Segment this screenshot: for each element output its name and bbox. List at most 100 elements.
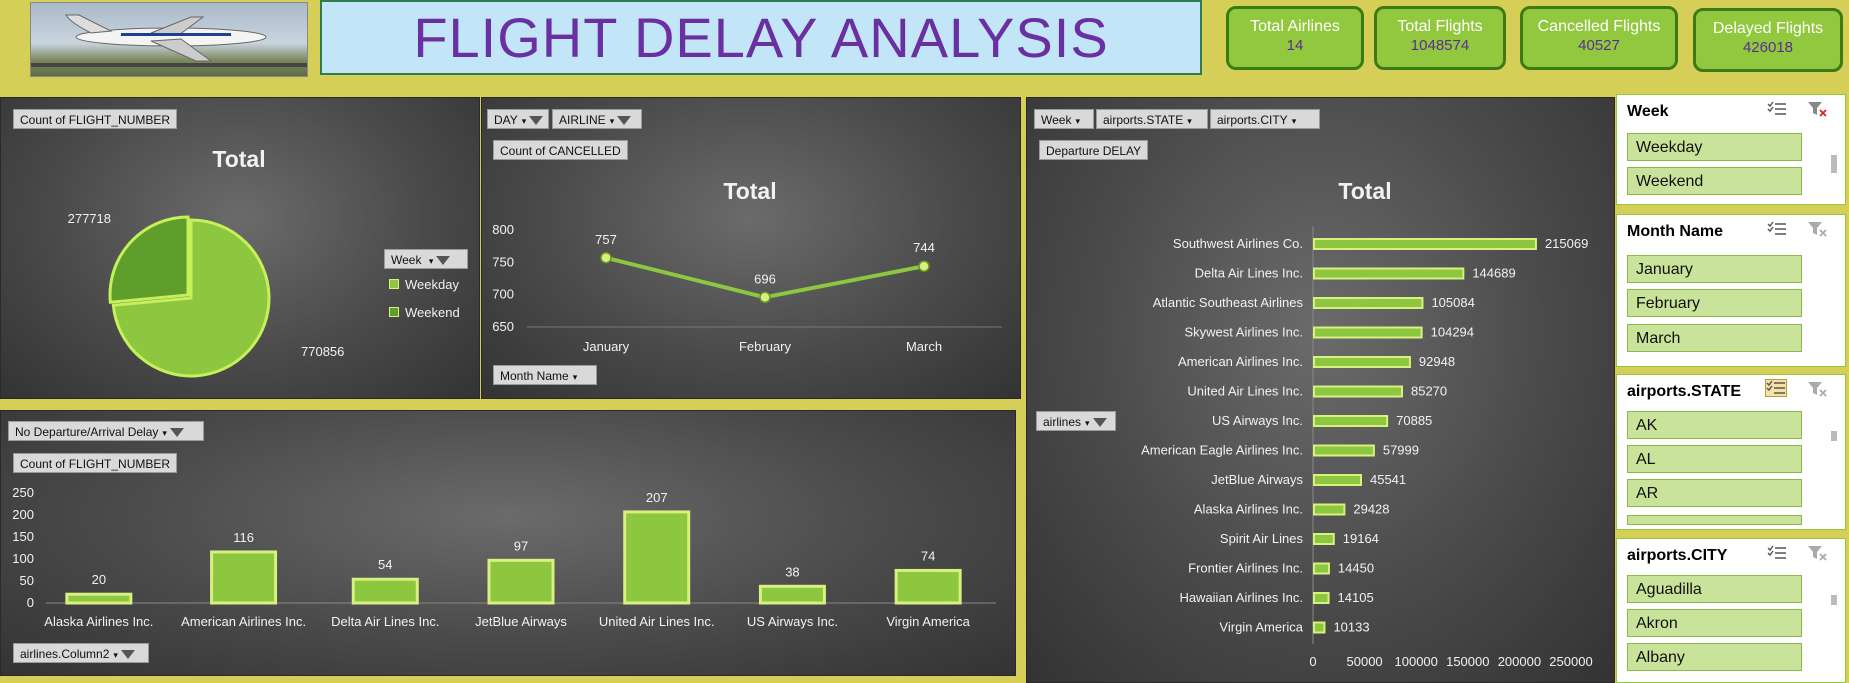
- kpi-label: Delayed Flights: [1712, 20, 1824, 37]
- filter-icon: [436, 256, 451, 266]
- slicer-airports-city: airports.CITY Aguadilla Akron Albany: [1616, 538, 1846, 683]
- x-tick-label: 50000: [1347, 654, 1383, 669]
- pie-legend-item-weekday: Weekday: [389, 277, 459, 292]
- pie-legend-field-button[interactable]: Week ▾: [384, 249, 468, 269]
- chevron-down-icon: ▾: [572, 372, 578, 382]
- slicer-item-march[interactable]: March: [1627, 324, 1802, 352]
- line-chart: Total 650 700 750 800 757 January 696 February 7…: [492, 178, 1002, 354]
- multi-select-icon[interactable]: [1767, 101, 1787, 117]
- line-chart-title: Total: [723, 178, 776, 204]
- y-tick-label: Skywest Airlines Inc.: [1185, 325, 1304, 340]
- vbar-data-label: 38: [785, 564, 799, 579]
- hbar-data-label: 104294: [1431, 325, 1474, 340]
- hbar-data-label: 57999: [1383, 443, 1419, 458]
- x-tick-label: JetBlue Airways: [475, 614, 567, 629]
- vbar-data-label: 97: [514, 538, 528, 553]
- pie-chart-panel: Count of FLIGHT_NUMBER Total 770856 27771…: [0, 97, 480, 399]
- hbar: [1313, 533, 1335, 545]
- hbar-data-label: 29428: [1353, 502, 1389, 517]
- x-tick-label: 200000: [1498, 654, 1541, 669]
- slicer-item-ak[interactable]: AK: [1627, 411, 1802, 439]
- kpi-label: Total Airlines: [1250, 18, 1340, 35]
- kpi-cancelled-flights: Cancelled Flights 40527: [1520, 6, 1678, 70]
- y-tick-label: Alaska Airlines Inc.: [1194, 502, 1303, 517]
- hbar: [1313, 621, 1326, 634]
- vbar: [65, 592, 133, 605]
- clear-filter-icon[interactable]: [1807, 545, 1827, 561]
- kpi-delayed-flights: Delayed Flights 426018: [1693, 8, 1843, 72]
- slicer-item-weekend[interactable]: Weekend: [1627, 167, 1802, 195]
- airlines-column2-axis-button[interactable]: airlines.Column2 ▾: [13, 643, 149, 663]
- slicer-header: Month Name: [1627, 223, 1723, 240]
- vbar: [351, 577, 419, 605]
- slicer-item-aguadilla[interactable]: Aguadilla: [1627, 575, 1802, 603]
- hbar: [1313, 326, 1423, 339]
- hbar: [1313, 385, 1403, 398]
- slicer-header: Week: [1627, 103, 1669, 120]
- kpi-label: Total Flights: [1397, 18, 1483, 35]
- hbar-data-label: 92948: [1419, 354, 1455, 369]
- hbar-data-label: 14105: [1338, 590, 1374, 605]
- airplane-image: [30, 2, 308, 77]
- hbar-data-label: 19164: [1343, 531, 1379, 546]
- month-name-axis-button[interactable]: Month Name ▾: [493, 365, 597, 385]
- pie-data-label: 277718: [68, 211, 111, 226]
- slicer-scrollbar[interactable]: [1831, 431, 1837, 441]
- vbar-data-label: 54: [378, 557, 392, 572]
- slicer-item-january[interactable]: January: [1627, 255, 1802, 283]
- slicer-header: airports.CITY: [1627, 547, 1728, 564]
- legend-label: Weekday: [405, 277, 459, 292]
- chevron-down-icon: ▾: [428, 256, 434, 266]
- slicer-scrollbar[interactable]: [1831, 155, 1837, 173]
- y-tick-label: Atlantic Southeast Airlines: [1153, 295, 1304, 310]
- y-tick-label: American Eagle Airlines Inc.: [1141, 443, 1303, 458]
- multi-select-icon[interactable]: [1767, 545, 1787, 561]
- pie-chart: Total 770856 277718: [68, 146, 344, 378]
- kpi-value: 1048574: [1410, 37, 1470, 54]
- slicer-item-akron[interactable]: Akron: [1627, 609, 1802, 637]
- slicer-item-weekday[interactable]: Weekday: [1627, 133, 1802, 161]
- clear-filter-icon[interactable]: [1807, 221, 1827, 237]
- slicer-airports-state: airports.STATE AK AL AR: [1616, 374, 1846, 530]
- hbar: [1313, 238, 1537, 250]
- clear-filter-icon[interactable]: [1807, 101, 1827, 117]
- y-tick-label: 100: [12, 551, 34, 566]
- y-tick-label: JetBlue Airways: [1211, 472, 1303, 487]
- slicer-item-albany[interactable]: Albany: [1627, 643, 1802, 671]
- x-tick-label: 250000: [1549, 654, 1592, 669]
- line-data-label: 696: [754, 271, 776, 286]
- multi-select-icon[interactable]: [1767, 221, 1787, 237]
- y-tick-label: Southwest Airlines Co.: [1173, 236, 1303, 251]
- multi-select-icon[interactable]: [1765, 379, 1787, 397]
- line-point: [600, 252, 612, 264]
- x-tick-label: American Airlines Inc.: [181, 614, 306, 629]
- x-tick-label: Alaska Airlines Inc.: [44, 614, 153, 629]
- hbar-data-label: 70885: [1396, 413, 1432, 428]
- clear-filter-icon[interactable]: [1807, 381, 1827, 397]
- hbar-data-label: 45541: [1370, 472, 1406, 487]
- hbar-data-label: 14450: [1338, 561, 1374, 576]
- x-tick-label: February: [739, 339, 792, 354]
- pie-legend-item-weekend: Weekend: [389, 305, 460, 320]
- x-tick-label: US Airways Inc.: [747, 614, 838, 629]
- hbar-data-label: 105084: [1431, 295, 1474, 310]
- slicer-scrollbar[interactable]: [1831, 595, 1837, 605]
- pie-slice-weekend: [108, 215, 190, 304]
- slicer-item-ar[interactable]: AR: [1627, 479, 1802, 507]
- kpi-total-airlines: Total Airlines 14: [1226, 6, 1364, 70]
- x-tick-label: 150000: [1446, 654, 1489, 669]
- x-tick-label: March: [906, 339, 942, 354]
- hbar: [1313, 474, 1362, 486]
- y-tick-label: United Air Lines Inc.: [1187, 384, 1303, 399]
- vbar: [758, 584, 826, 605]
- y-tick-label: 0: [27, 595, 34, 610]
- line-point: [759, 291, 771, 304]
- kpi-value: 426018: [1742, 39, 1794, 56]
- slicer-item-february[interactable]: February: [1627, 289, 1802, 317]
- slicer-header: airports.STATE: [1627, 383, 1742, 400]
- y-tick-label: 250: [12, 485, 34, 500]
- hbar: [1313, 415, 1389, 427]
- y-tick-label: 50: [20, 573, 34, 588]
- filter-icon: [120, 650, 135, 660]
- slicer-item-al[interactable]: AL: [1627, 445, 1802, 473]
